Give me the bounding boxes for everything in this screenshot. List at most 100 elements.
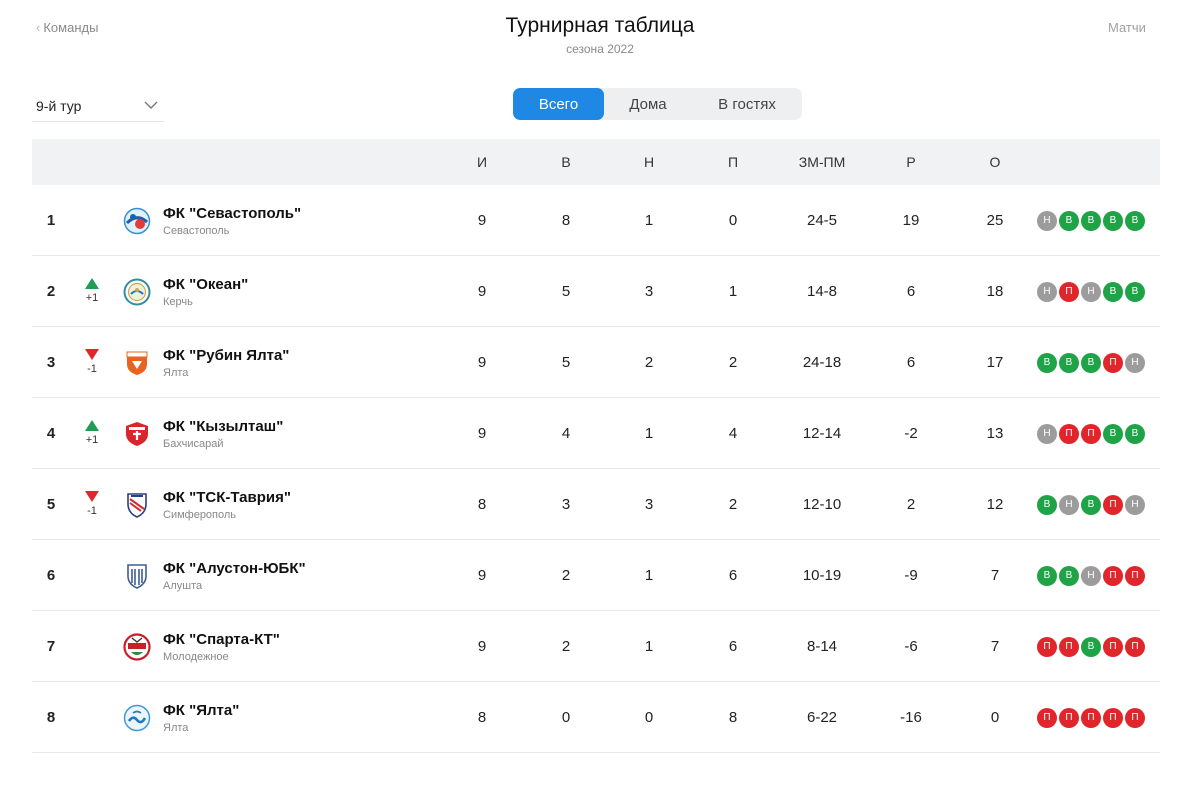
chevron-down-icon — [144, 101, 158, 109]
form-result-badge[interactable]: Н — [1037, 210, 1057, 231]
table-row[interactable]: 2 +1 ФК "Океан" Керчь 9 5 3 1 14-8 6 18 Н П Н В В — [32, 256, 1160, 327]
cell-lost: 1 — [728, 283, 738, 300]
table-row[interactable]: 6 ФК "Алустон-ЮБК" Алушта 9 2 1 6 10-19 -9 7 В В… — [32, 540, 1160, 611]
form-result-badge[interactable]: Н — [1125, 352, 1145, 373]
tab-all[interactable]: Всего — [513, 88, 604, 120]
form-result-badge[interactable]: Н — [1125, 494, 1145, 515]
form-result-badge[interactable]: Н — [1081, 565, 1101, 586]
form-result-badge[interactable]: П — [1103, 352, 1123, 373]
trend-value: +1 — [85, 434, 99, 446]
cell-goals: 8-14 — [806, 638, 838, 655]
table-row[interactable]: 7 ФК "Спарта-КТ" Молодежное 9 2 1 6 8-14 -6 7 П… — [32, 611, 1160, 682]
form-result-badge[interactable]: Н — [1059, 494, 1079, 515]
team-logo-icon[interactable] — [123, 278, 151, 306]
team-name[interactable]: ФК "Севастополь" — [163, 205, 301, 222]
cell-won: 5 — [561, 354, 571, 371]
team-logo-icon[interactable] — [123, 633, 151, 661]
form-result-badge[interactable]: П — [1037, 636, 1057, 657]
form-result-badge[interactable]: П — [1103, 707, 1123, 728]
form-result-badge[interactable]: Н — [1037, 423, 1057, 444]
team-name[interactable]: ФК "ТСК-Таврия" — [163, 489, 291, 506]
cell-goals: 6-22 — [806, 709, 838, 726]
cell-won: 0 — [561, 709, 571, 726]
round-select[interactable]: 9-й тур — [32, 90, 164, 122]
form-result-badge[interactable]: В — [1037, 565, 1057, 586]
tab-away[interactable]: В гостях — [692, 88, 802, 120]
team-logo-icon[interactable] — [123, 349, 151, 377]
team-position: 6 — [46, 567, 56, 584]
table-row[interactable]: 8 ФК "Ялта" Ялта 8 0 0 8 6-22 -16 0 П П П П П — [32, 682, 1160, 753]
team-position: 2 — [46, 283, 56, 300]
form-result-badge[interactable]: П — [1081, 707, 1101, 728]
form-result-badge[interactable]: В — [1059, 352, 1079, 373]
trend-value: -1 — [87, 363, 97, 375]
team-name[interactable]: ФК "Алустон-ЮБК" — [163, 560, 306, 577]
form-result-badge[interactable]: П — [1125, 707, 1145, 728]
team-name[interactable]: ФК "Кызылташ" — [163, 418, 283, 435]
form-result-badge[interactable]: П — [1059, 281, 1079, 302]
tab-home[interactable]: Дома — [604, 88, 692, 120]
form-result-badge[interactable]: Н — [1037, 281, 1057, 302]
cell-goals: 10-19 — [802, 567, 842, 584]
team-name[interactable]: ФК "Спарта-КТ" — [163, 631, 280, 648]
form-result-badge[interactable]: П — [1059, 423, 1079, 444]
form-result-badge[interactable]: П — [1103, 636, 1123, 657]
cell-diff: 6 — [906, 354, 916, 371]
form-result-badge[interactable]: В — [1103, 423, 1123, 444]
cell-drawn: 1 — [644, 425, 654, 442]
form-result-badge[interactable]: В — [1037, 352, 1057, 373]
team-info: ФК "Алустон-ЮБК" Алушта — [163, 540, 306, 611]
team-city: Алушта — [163, 579, 203, 592]
form-result-badge[interactable]: П — [1081, 423, 1101, 444]
table-row[interactable]: 3 -1 ФК "Рубин Ялта" Ялта 9 5 2 2 24-18 6 17 В В… — [32, 327, 1160, 398]
form-result-badge[interactable]: В — [1081, 494, 1101, 515]
col-drawn: Н — [643, 154, 655, 170]
form-result-badge[interactable]: П — [1103, 565, 1123, 586]
team-logo-icon[interactable] — [123, 207, 151, 235]
cell-won: 2 — [561, 638, 571, 655]
team-logo-icon[interactable] — [123, 420, 151, 448]
form-result-badge[interactable]: В — [1103, 210, 1123, 231]
cell-won: 3 — [561, 496, 571, 513]
form-result-badge[interactable]: В — [1081, 636, 1101, 657]
form-result-badge[interactable]: В — [1059, 210, 1079, 231]
form-guide: НВВВВ — [1037, 185, 1145, 256]
form-result-badge[interactable]: Н — [1081, 281, 1101, 302]
form-result-badge[interactable]: П — [1037, 707, 1057, 728]
team-name[interactable]: ФК "Океан" — [163, 276, 248, 293]
form-result-badge[interactable]: В — [1103, 281, 1123, 302]
cell-lost: 8 — [728, 709, 738, 726]
form-result-badge[interactable]: В — [1125, 210, 1145, 231]
form-result-badge[interactable]: В — [1081, 210, 1101, 231]
team-position: 4 — [46, 425, 56, 442]
cell-points: 13 — [986, 425, 1004, 442]
form-result-badge[interactable]: В — [1125, 281, 1145, 302]
form-result-badge[interactable]: В — [1037, 494, 1057, 515]
table-row[interactable]: 4 +1 ФК "Кызылташ" Бахчисарай 9 4 1 4 12-14 -… — [32, 398, 1160, 469]
team-name[interactable]: ФК "Ялта" — [163, 702, 239, 719]
team-logo-icon[interactable] — [123, 491, 151, 519]
team-name[interactable]: ФК "Рубин Ялта" — [163, 347, 289, 364]
col-won: В — [561, 154, 571, 170]
round-select-value: 9-й тур — [36, 97, 82, 114]
form-result-badge[interactable]: П — [1125, 565, 1145, 586]
form-result-badge[interactable]: П — [1103, 494, 1123, 515]
form-result-badge[interactable]: В — [1059, 565, 1079, 586]
cell-played: 8 — [477, 496, 487, 513]
form-result-badge[interactable]: П — [1125, 636, 1145, 657]
form-result-badge[interactable]: П — [1059, 636, 1079, 657]
team-city: Ялта — [163, 721, 189, 734]
form-result-badge[interactable]: П — [1059, 707, 1079, 728]
form-result-badge[interactable]: В — [1125, 423, 1145, 444]
table-row[interactable]: 5 -1 ФК "ТСК-Таврия" Симферополь 8 3 3 2 12-… — [32, 469, 1160, 540]
col-played: И — [476, 154, 488, 170]
cell-played: 9 — [477, 567, 487, 584]
team-logo-icon[interactable] — [123, 704, 151, 732]
title-block: Турнирная таблица сезона 2022 — [0, 14, 1200, 56]
team-logo-icon[interactable] — [123, 562, 151, 590]
form-result-badge[interactable]: В — [1081, 352, 1101, 373]
matches-link[interactable]: Матчи — [1108, 20, 1200, 35]
cell-drawn: 0 — [644, 709, 654, 726]
arrow-up-icon — [85, 278, 99, 289]
table-row[interactable]: 1 ФК "Севастополь" Севастополь 9 8 1 0 24-5 1… — [32, 185, 1160, 256]
